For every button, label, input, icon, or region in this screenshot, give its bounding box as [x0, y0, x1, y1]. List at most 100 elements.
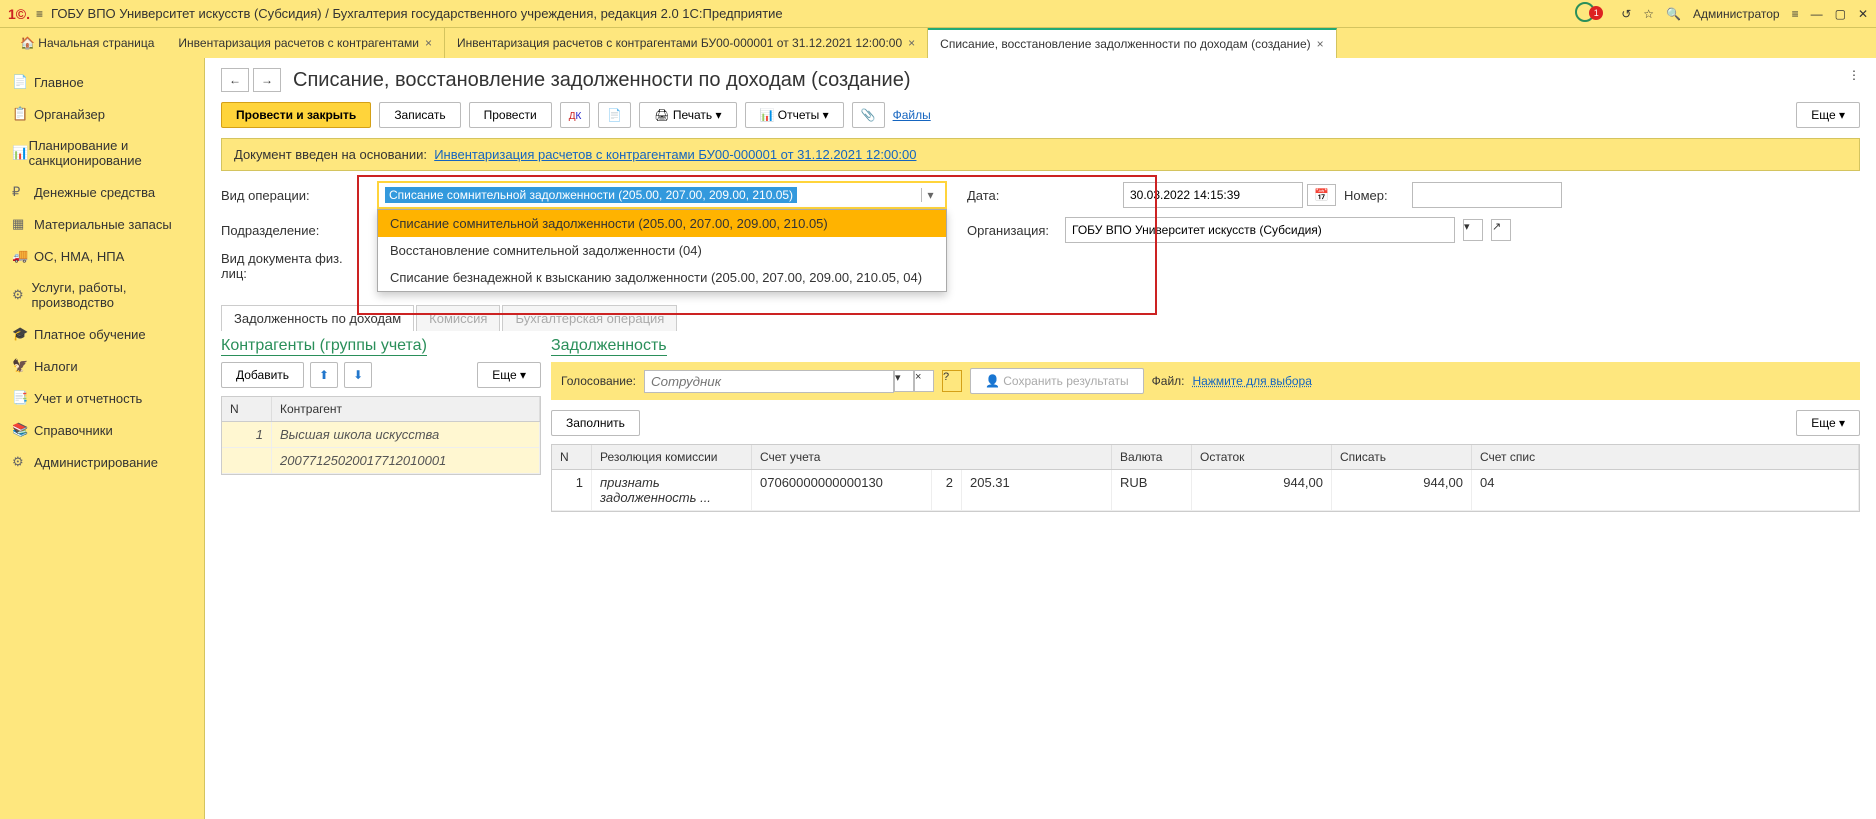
sidebar-item-organizer[interactable]: 📋Органайзер [0, 98, 204, 130]
tab-0[interactable]: Инвентаризация расчетов с контрагентами … [166, 28, 445, 58]
file-select-link[interactable]: Нажмите для выбора [1192, 374, 1311, 388]
op-type-select[interactable]: Списание сомнительной задолженности (205… [377, 181, 947, 209]
dd-option-0[interactable]: Списание сомнительной задолженности (205… [378, 210, 946, 237]
back-button[interactable]: ← [221, 68, 249, 92]
number-input[interactable] [1412, 182, 1562, 208]
col-n: N [222, 397, 272, 421]
help-icon[interactable]: ? [942, 370, 962, 392]
save-results-button[interactable]: 👤 Сохранить результаты [970, 368, 1144, 394]
sidebar-item-accounting[interactable]: 📑Учет и отчетность [0, 382, 204, 414]
attach-button[interactable]: 📎 [852, 102, 885, 128]
sidebar-item-education[interactable]: 🎓Платное обучение [0, 318, 204, 350]
col-wo: Списать [1332, 445, 1472, 469]
open-icon[interactable]: ↗ [1491, 219, 1511, 241]
doc-tabs: Задолженность по доходам Комиссия Бухгал… [205, 305, 1876, 331]
kebab-icon[interactable]: ⋮ [1848, 68, 1860, 82]
vote-input[interactable] [644, 370, 894, 393]
reports-button[interactable]: 📊 Отчеты ▾ [745, 102, 844, 128]
sidebar-item-services[interactable]: ⚙Услуги, работы, производство [0, 272, 204, 318]
add-button[interactable]: Добавить [221, 362, 304, 388]
forward-button[interactable]: → [253, 68, 281, 92]
dtKt-button[interactable]: ДК [560, 102, 591, 128]
number-label: Номер: [1344, 188, 1404, 203]
home-icon: 🏠 [20, 36, 35, 50]
vote-label: Голосование: [561, 374, 636, 388]
sidebar-item-money[interactable]: ₽Денежные средства [0, 176, 204, 208]
sidebar-item-main[interactable]: 📄Главное [0, 66, 204, 98]
tab-1[interactable]: Инвентаризация расчетов с контрагентами … [445, 28, 928, 58]
fill-button[interactable]: Заполнить [551, 410, 640, 436]
doc-type-label: Вид документа физ. лиц: [221, 251, 369, 281]
post-button[interactable]: Провести [469, 102, 552, 128]
grid-row[interactable]: 1 признать задолженность ... 07060000000… [552, 470, 1859, 511]
op-type-label: Вид операции: [221, 188, 369, 203]
tab-2[interactable]: Списание, восстановление задолженности п… [928, 28, 1337, 58]
contractors-grid: N Контрагент 1 Высшая школа искусства 20… [221, 396, 541, 475]
print-button[interactable]: 🖨 Печать ▾ [639, 102, 736, 128]
dd-icon[interactable]: ▾ [894, 370, 914, 392]
clear-icon[interactable]: × [914, 370, 934, 392]
post-close-button[interactable]: Провести и закрыть [221, 102, 371, 128]
doc-tab-1[interactable]: Комиссия [416, 305, 500, 331]
debt-grid: N Резолюция комиссии Счет учета Валюта О… [551, 444, 1860, 512]
op-type-dropdown: Списание сомнительной задолженности (205… [377, 209, 947, 292]
down-button[interactable]: ⬇ [344, 362, 372, 388]
feed-icon[interactable]: 1 [1575, 2, 1609, 26]
write-button[interactable]: Записать [379, 102, 460, 128]
books-icon: 📚 [12, 422, 34, 438]
dd-option-1[interactable]: Восстановление сомнительной задолженност… [378, 237, 946, 264]
contractors-title: Контрагенты (группы учета) [221, 337, 427, 356]
history-icon[interactable]: ↺ [1621, 7, 1631, 21]
more-button[interactable]: Еще ▾ [1796, 410, 1860, 436]
close-icon[interactable]: × [425, 36, 432, 50]
calendar-icon[interactable]: 📅 [1307, 184, 1336, 206]
sidebar-item-materials[interactable]: ▦Материальные запасы [0, 208, 204, 240]
settings-icon[interactable]: ≡ [1792, 7, 1799, 21]
org-input[interactable] [1065, 217, 1455, 243]
doc-button[interactable]: 📄 [598, 102, 631, 128]
grid-row[interactable]: 1 Высшая школа искусства [222, 422, 540, 448]
menu-icon[interactable]: ≡ [36, 7, 43, 21]
close-icon[interactable]: × [908, 36, 915, 50]
form-area: Вид операции: Списание сомнительной задо… [205, 181, 1876, 301]
info-panel: Документ введен на основании: Инвентариз… [221, 138, 1860, 171]
home-tab[interactable]: 🏠 Начальная страница [8, 28, 166, 58]
clipboard-icon: 📋 [12, 106, 34, 122]
more-button[interactable]: Еще ▾ [477, 362, 541, 388]
minimize-icon[interactable]: — [1811, 7, 1823, 21]
eagle-icon: 🦅 [12, 358, 34, 374]
star-icon[interactable]: ☆ [1643, 7, 1654, 21]
doc-tab-2[interactable]: Бухгалтерская операция [502, 305, 677, 331]
sidebar-item-catalogs[interactable]: 📚Справочники [0, 414, 204, 446]
sidebar-item-planning[interactable]: 📊Планирование и санкционирование [0, 130, 204, 176]
col-rem: Остаток [1192, 445, 1332, 469]
box-icon: ▦ [12, 216, 34, 232]
sidebar-item-assets[interactable]: 🚚ОС, НМА, НПА [0, 240, 204, 272]
dd-icon[interactable]: ▾ [1463, 219, 1483, 241]
restore-icon[interactable]: ▢ [1835, 7, 1846, 21]
close-icon[interactable]: ✕ [1858, 7, 1868, 21]
chevron-down-icon[interactable]: ▾ [921, 188, 939, 202]
close-icon[interactable]: × [1317, 37, 1324, 51]
col-woacc: Счет спис [1472, 445, 1859, 469]
date-label: Дата: [967, 188, 1115, 203]
ruble-icon: ₽ [12, 184, 34, 200]
files-link[interactable]: Файлы [893, 108, 931, 122]
grad-icon: 🎓 [12, 326, 34, 342]
date-input[interactable] [1123, 182, 1303, 208]
col-res: Резолюция комиссии [592, 445, 752, 469]
sidebar-item-taxes[interactable]: 🦅Налоги [0, 350, 204, 382]
sidebar-item-admin[interactable]: ⚙Администрирование [0, 446, 204, 478]
search-icon[interactable]: 🔍 [1666, 7, 1681, 21]
truck-icon: 🚚 [12, 248, 34, 264]
dd-option-2[interactable]: Списание безнадежной к взысканию задолже… [378, 264, 946, 291]
grid-row-sub[interactable]: 20077125020017712010001 [222, 448, 540, 474]
header-row: ← → Списание, восстановление задолженнос… [205, 58, 1876, 98]
doc-tab-0[interactable]: Задолженность по доходам [221, 305, 414, 331]
more-button[interactable]: Еще ▾ [1796, 102, 1860, 128]
up-button[interactable]: ⬆ [310, 362, 338, 388]
tabbar: 🏠 Начальная страница Инвентаризация расч… [0, 28, 1876, 58]
user-label[interactable]: Администратор [1693, 7, 1780, 21]
right-pane: Задолженность Голосование: ▾ × ? 👤 Сохра… [551, 337, 1860, 813]
basis-link[interactable]: Инвентаризация расчетов с контрагентами … [434, 147, 916, 162]
